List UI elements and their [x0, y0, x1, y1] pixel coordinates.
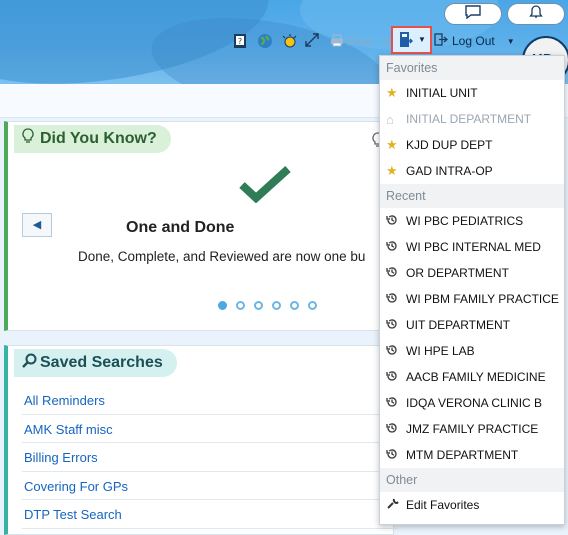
other-header: Other [380, 468, 564, 492]
did-you-know-card: Did You Know? ◀ One and Done Done, Compl… [4, 121, 394, 331]
saved-searches-title: Saved Searches [14, 349, 177, 377]
carousel-dot[interactable] [236, 301, 245, 310]
saved-searches-card: Saved Searches All Reminders AMK Staff m… [4, 345, 398, 535]
bell-icon [529, 4, 543, 24]
menu-item-recent[interactable]: WI PBC INTERNAL MED [380, 234, 564, 260]
svg-text:?: ? [238, 37, 242, 46]
did-you-know-title: Did You Know? [14, 125, 171, 153]
print-button[interactable]: Print ▼ [330, 34, 391, 50]
chat-icon [465, 4, 481, 24]
history-icon [386, 448, 406, 463]
history-icon [386, 318, 406, 333]
saved-search-link[interactable]: Covering For GPs [22, 472, 398, 500]
home-icon: ⌂ [386, 111, 394, 127]
printer-icon [330, 34, 344, 50]
recent-list: WI PBC PEDIATRICS WI PBC INTERNAL MED OR D… [380, 208, 564, 468]
expand-icon[interactable] [305, 33, 319, 50]
logout-button[interactable]: Log Out ▼ [434, 33, 515, 49]
wrench-icon [386, 497, 406, 513]
carousel-dot[interactable] [254, 301, 263, 310]
history-icon [386, 214, 406, 229]
search-icon [22, 349, 37, 377]
menu-item-recent[interactable]: OR DEPARTMENT [380, 260, 564, 286]
star-icon: ★ [386, 163, 398, 178]
print-label: Print [347, 35, 372, 49]
menu-item-recent[interactable]: WI PBC PEDIATRICS [380, 208, 564, 234]
sunrise-icon[interactable] [281, 33, 298, 52]
checkmark-icon [238, 165, 292, 204]
department-dropdown-menu: Favorites ★ INITIAL UNIT ⌂ INITIAL DEPAR… [379, 55, 565, 525]
saved-search-link[interactable]: DTP Test Search [22, 500, 398, 529]
department-switcher-button[interactable]: ▼ [391, 26, 432, 54]
chat-button[interactable] [444, 3, 502, 25]
logout-dropdown-arrow-icon: ▼ [506, 36, 515, 46]
menu-item-favorite: ⌂ INITIAL DEPARTMENT [386, 111, 532, 127]
carousel-dot[interactable] [308, 301, 317, 310]
recent-header: Recent [380, 184, 564, 208]
history-icon [386, 422, 406, 437]
edit-favorites-item[interactable]: Edit Favorites [380, 492, 564, 518]
saved-search-link[interactable]: Billing Errors [22, 443, 398, 472]
history-icon [386, 266, 406, 281]
history-icon [386, 370, 406, 385]
menu-item-favorite[interactable]: ★ INITIAL UNIT [380, 80, 564, 106]
menu-item-recent[interactable]: WI PBM FAMILY PRACTICE [380, 286, 564, 312]
saved-searches-list: All Reminders AMK Staff misc Billing Err… [22, 386, 398, 529]
saved-search-link[interactable]: All Reminders [22, 386, 398, 415]
notifications-button[interactable] [507, 3, 565, 25]
carousel-dot[interactable] [272, 301, 281, 310]
menu-item-favorite[interactable]: ★ KJD DUP DEPT [380, 132, 564, 158]
logout-icon [434, 33, 449, 49]
lightbulb-icon [22, 125, 34, 153]
history-icon [386, 396, 406, 411]
carousel-dots [218, 301, 317, 310]
menu-item-recent[interactable]: JMZ FAMILY PRACTICE [380, 416, 564, 442]
saved-search-link[interactable]: AMK Staff misc [22, 415, 398, 443]
carousel-dot[interactable] [290, 301, 299, 310]
star-icon: ★ [386, 137, 398, 152]
logout-label: Log Out [452, 34, 495, 48]
did-you-know-heading: One and Done [126, 219, 235, 236]
print-dropdown-arrow-icon: ▼ [382, 37, 391, 47]
globe-icon[interactable] [257, 33, 273, 52]
history-icon [386, 240, 406, 255]
menu-item-recent[interactable]: MTM DEPARTMENT [380, 442, 564, 468]
menu-item-recent[interactable]: WI HPE LAB [380, 338, 564, 364]
star-icon: ★ [386, 85, 398, 100]
carousel-dot[interactable] [218, 301, 227, 310]
menu-item-recent[interactable]: UIT DEPARTMENT [380, 312, 564, 338]
menu-item-recent[interactable]: IDQA VERONA CLINIC B [380, 390, 564, 416]
menu-item-recent[interactable]: AACB FAMILY MEDICINE [380, 364, 564, 390]
history-icon [386, 292, 406, 307]
did-you-know-body: Done, Complete, and Reviewed are now one… [78, 249, 366, 264]
history-icon [386, 344, 406, 359]
chevron-down-icon: ▼ [418, 35, 426, 44]
department-icon [399, 31, 414, 54]
menu-item-favorite[interactable]: ★ GAD INTRA-OP [380, 158, 564, 184]
favorites-header: Favorites [380, 56, 564, 80]
help-book-icon[interactable]: ? [232, 33, 248, 52]
